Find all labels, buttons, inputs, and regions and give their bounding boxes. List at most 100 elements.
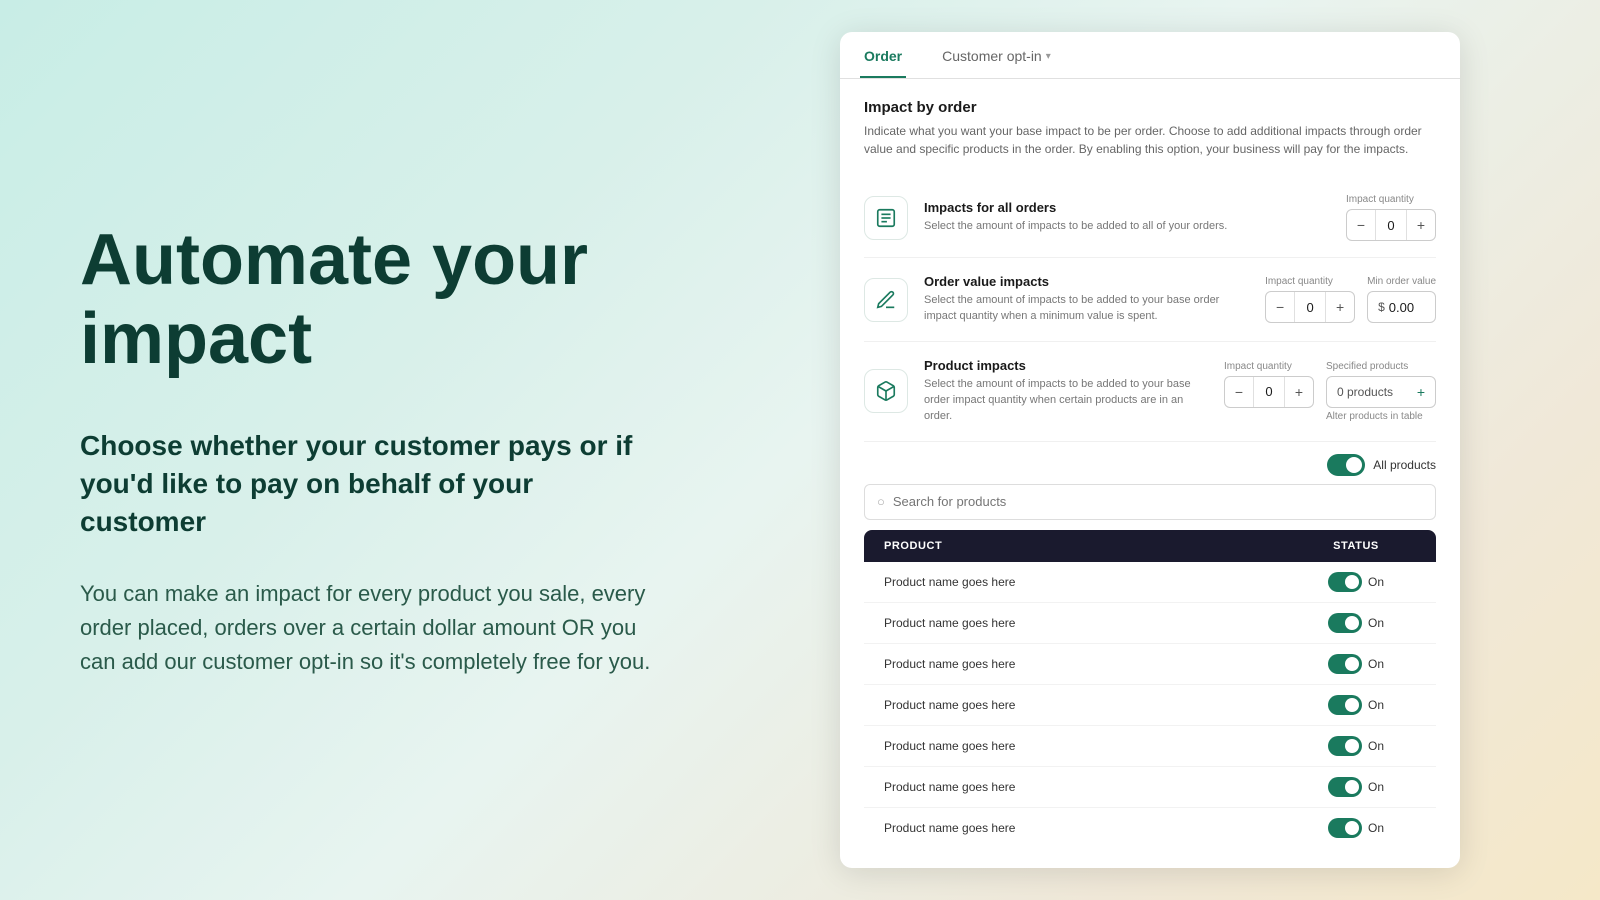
section-desc: Indicate what you want your base impact …: [864, 122, 1436, 158]
row-status-label-1: On: [1368, 616, 1384, 630]
card-body: Impact by order Indicate what you want y…: [840, 79, 1460, 868]
table-row: Product name goes here On: [864, 767, 1436, 808]
product-impacts-name: Product impacts: [924, 358, 1208, 373]
all-orders-icon: [864, 196, 908, 240]
specified-input[interactable]: 0 products +: [1326, 376, 1436, 408]
order-value-qty-box: Impact quantity − 0 +: [1265, 276, 1355, 323]
headline: Automate your impact: [80, 221, 660, 379]
table-header: PRODUCT STATUS: [864, 530, 1436, 562]
table-cell-product: Product name goes here: [884, 575, 1296, 589]
min-order-input[interactable]: $ 0.00: [1367, 291, 1436, 323]
all-orders-name: Impacts for all orders: [924, 200, 1330, 215]
tab-customer-optin[interactable]: Customer opt-in ▾: [938, 32, 1055, 78]
table-cell-product: Product name goes here: [884, 780, 1296, 794]
product-qty-label: Impact quantity: [1224, 361, 1314, 372]
min-order-box: Min order value $ 0.00: [1367, 276, 1436, 323]
impact-row-all-orders: Impacts for all orders Select the amount…: [864, 178, 1436, 258]
order-value-increment-button[interactable]: +: [1326, 291, 1354, 323]
chevron-down-icon: ▾: [1046, 51, 1051, 62]
row-toggle-0[interactable]: [1328, 572, 1362, 592]
body-text: You can make an impact for every product…: [80, 577, 660, 679]
product-impacts-info: Product impacts Select the amount of imp…: [924, 358, 1208, 425]
product-qty-value: 0: [1253, 377, 1285, 407]
table-cell-product: Product name goes here: [884, 698, 1296, 712]
row-toggle-2[interactable]: [1328, 654, 1362, 674]
table-row: Product name goes here On: [864, 644, 1436, 685]
all-products-toggle-label: All products: [1373, 458, 1436, 472]
table-row: Product name goes here On: [864, 562, 1436, 603]
impact-row-products: Product impacts Select the amount of imp…: [864, 342, 1436, 442]
table-cell-status: On: [1296, 777, 1416, 797]
product-impacts-desc: Select the amount of impacts to be added…: [924, 377, 1208, 425]
specified-box: Specified products 0 products + Alter pr…: [1326, 361, 1436, 422]
min-order-symbol: $: [1378, 300, 1385, 314]
row-toggle-6[interactable]: [1328, 818, 1362, 838]
order-value-name: Order value impacts: [924, 274, 1249, 289]
all-orders-decrement-button[interactable]: −: [1347, 209, 1375, 241]
table-row: Product name goes here On: [864, 808, 1436, 848]
row-status-label-3: On: [1368, 698, 1384, 712]
all-products-toggle[interactable]: [1327, 454, 1365, 476]
product-table: PRODUCT STATUS Product name goes here On…: [864, 530, 1436, 848]
table-rows-container: Product name goes here On Product name g…: [864, 562, 1436, 848]
product-qty-input: − 0 +: [1224, 376, 1314, 408]
order-value-desc: Select the amount of impacts to be added…: [924, 293, 1249, 325]
table-row: Product name goes here On: [864, 603, 1436, 644]
alter-text: Alter products in table: [1326, 411, 1436, 422]
product-decrement-button[interactable]: −: [1225, 376, 1253, 408]
all-orders-increment-button[interactable]: +: [1407, 209, 1435, 241]
table-cell-product: Product name goes here: [884, 616, 1296, 630]
row-status-label-2: On: [1368, 657, 1384, 671]
table-cell-product: Product name goes here: [884, 657, 1296, 671]
tab-bar: Order Customer opt-in ▾: [840, 32, 1460, 79]
search-input[interactable]: [893, 494, 1423, 509]
headline-line1: Automate your: [80, 220, 588, 300]
table-cell-status: On: [1296, 572, 1416, 592]
search-icon: ○: [877, 494, 885, 509]
order-value-qty-value: 0: [1294, 292, 1326, 322]
row-status-label-6: On: [1368, 821, 1384, 835]
all-orders-qty-input: − 0 +: [1346, 209, 1436, 241]
left-panel: Automate your impact Choose whether your…: [0, 161, 740, 739]
row-toggle-5[interactable]: [1328, 777, 1362, 797]
row-toggle-4[interactable]: [1328, 736, 1362, 756]
all-orders-desc: Select the amount of impacts to be added…: [924, 219, 1330, 235]
row-status-label-0: On: [1368, 575, 1384, 589]
table-cell-status: On: [1296, 695, 1416, 715]
table-row: Product name goes here On: [864, 726, 1436, 767]
min-order-label: Min order value: [1367, 276, 1436, 287]
min-order-value: 0.00: [1389, 300, 1414, 315]
product-impacts-icon: [864, 369, 908, 413]
row-status-label-5: On: [1368, 780, 1384, 794]
right-panel: Order Customer opt-in ▾ Impact by order …: [740, 12, 1600, 888]
all-orders-controls: Impact quantity − 0 +: [1346, 194, 1436, 241]
product-impacts-controls: Impact quantity − 0 + Specified products…: [1224, 361, 1436, 422]
order-value-qty-label: Impact quantity: [1265, 276, 1355, 287]
product-increment-button[interactable]: +: [1285, 376, 1313, 408]
table-cell-product: Product name goes here: [884, 821, 1296, 835]
specified-label: Specified products: [1326, 361, 1436, 372]
all-orders-qty-box: Impact quantity − 0 +: [1346, 194, 1436, 241]
table-header-status: STATUS: [1296, 540, 1416, 552]
table-cell-status: On: [1296, 654, 1416, 674]
section-title: Impact by order: [864, 99, 1436, 116]
search-bar[interactable]: ○: [864, 484, 1436, 520]
subheadline: Choose whether your customer pays or if …: [80, 427, 660, 540]
order-value-info: Order value impacts Select the amount of…: [924, 274, 1249, 325]
headline-line2: impact: [80, 299, 312, 379]
row-toggle-1[interactable]: [1328, 613, 1362, 633]
main-card: Order Customer opt-in ▾ Impact by order …: [840, 32, 1460, 868]
table-row: Product name goes here On: [864, 685, 1436, 726]
order-value-qty-input: − 0 +: [1265, 291, 1355, 323]
order-value-icon: [864, 278, 908, 322]
tab-order[interactable]: Order: [860, 32, 906, 78]
product-qty-box: Impact quantity − 0 +: [1224, 361, 1314, 408]
table-cell-status: On: [1296, 736, 1416, 756]
row-status-label-4: On: [1368, 739, 1384, 753]
table-cell-status: On: [1296, 818, 1416, 838]
specified-plus-icon: +: [1417, 384, 1425, 400]
all-orders-qty-value: 0: [1375, 210, 1407, 240]
specified-value: 0 products: [1337, 385, 1393, 399]
row-toggle-3[interactable]: [1328, 695, 1362, 715]
order-value-decrement-button[interactable]: −: [1266, 291, 1294, 323]
